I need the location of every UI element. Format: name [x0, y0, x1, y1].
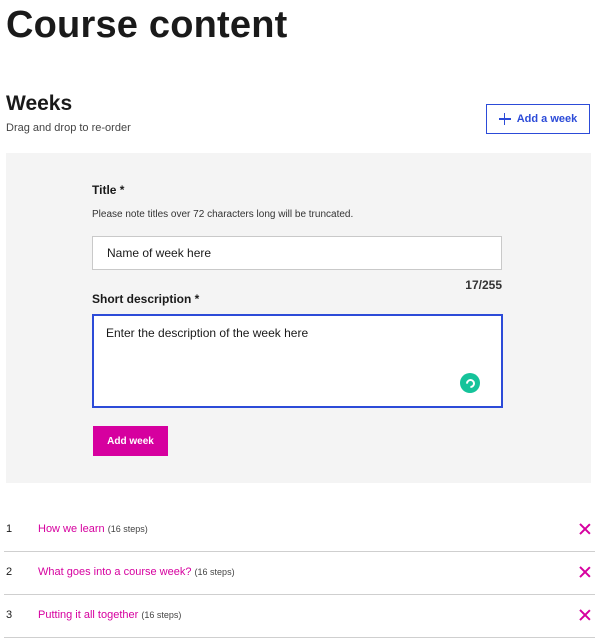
close-icon[interactable] [579, 566, 591, 578]
title-label: Title * [92, 183, 125, 197]
week-link[interactable]: Putting it all together (16 steps) [38, 609, 181, 621]
close-icon[interactable] [579, 609, 591, 621]
title-note: Please note titles over 72 characters lo… [92, 209, 354, 220]
week-name[interactable]: What goes into a course week? [38, 566, 191, 578]
week-row[interactable]: 2 What goes into a course week? (16 step… [4, 552, 595, 595]
week-steps: (16 steps) [194, 567, 235, 577]
page-title: Course content [6, 4, 288, 46]
week-row[interactable]: 3 Putting it all together (16 steps) [4, 595, 595, 638]
week-name[interactable]: Putting it all together [38, 609, 138, 621]
week-name[interactable]: How we learn [38, 523, 105, 535]
description-input[interactable] [92, 314, 503, 408]
week-number: 1 [6, 523, 13, 535]
week-steps: (16 steps) [141, 610, 182, 620]
reorder-hint: Drag and drop to re-order [6, 122, 131, 134]
week-link[interactable]: What goes into a course week? (16 steps) [38, 566, 235, 578]
add-a-week-button[interactable]: Add a week [486, 104, 590, 134]
description-label: Short description * [92, 292, 200, 306]
plus-icon [498, 113, 511, 125]
week-row[interactable]: 1 How we learn (16 steps) [4, 509, 595, 552]
week-link[interactable]: How we learn (16 steps) [38, 523, 148, 535]
new-week-form: Title * Please note titles over 72 chara… [6, 153, 591, 483]
add-a-week-label: Add a week [516, 113, 578, 125]
close-icon[interactable] [579, 523, 591, 535]
week-number: 2 [6, 566, 13, 578]
week-number: 3 [6, 609, 13, 621]
weeks-heading: Weeks [6, 92, 73, 115]
char-counter: 17/255 [465, 278, 502, 292]
grammarly-icon[interactable] [460, 373, 480, 393]
add-week-submit-button[interactable]: Add week [93, 426, 168, 456]
weeks-list: 1 How we learn (16 steps) 2 What goes in… [0, 509, 599, 638]
title-input[interactable] [92, 236, 502, 270]
week-steps: (16 steps) [107, 524, 148, 534]
